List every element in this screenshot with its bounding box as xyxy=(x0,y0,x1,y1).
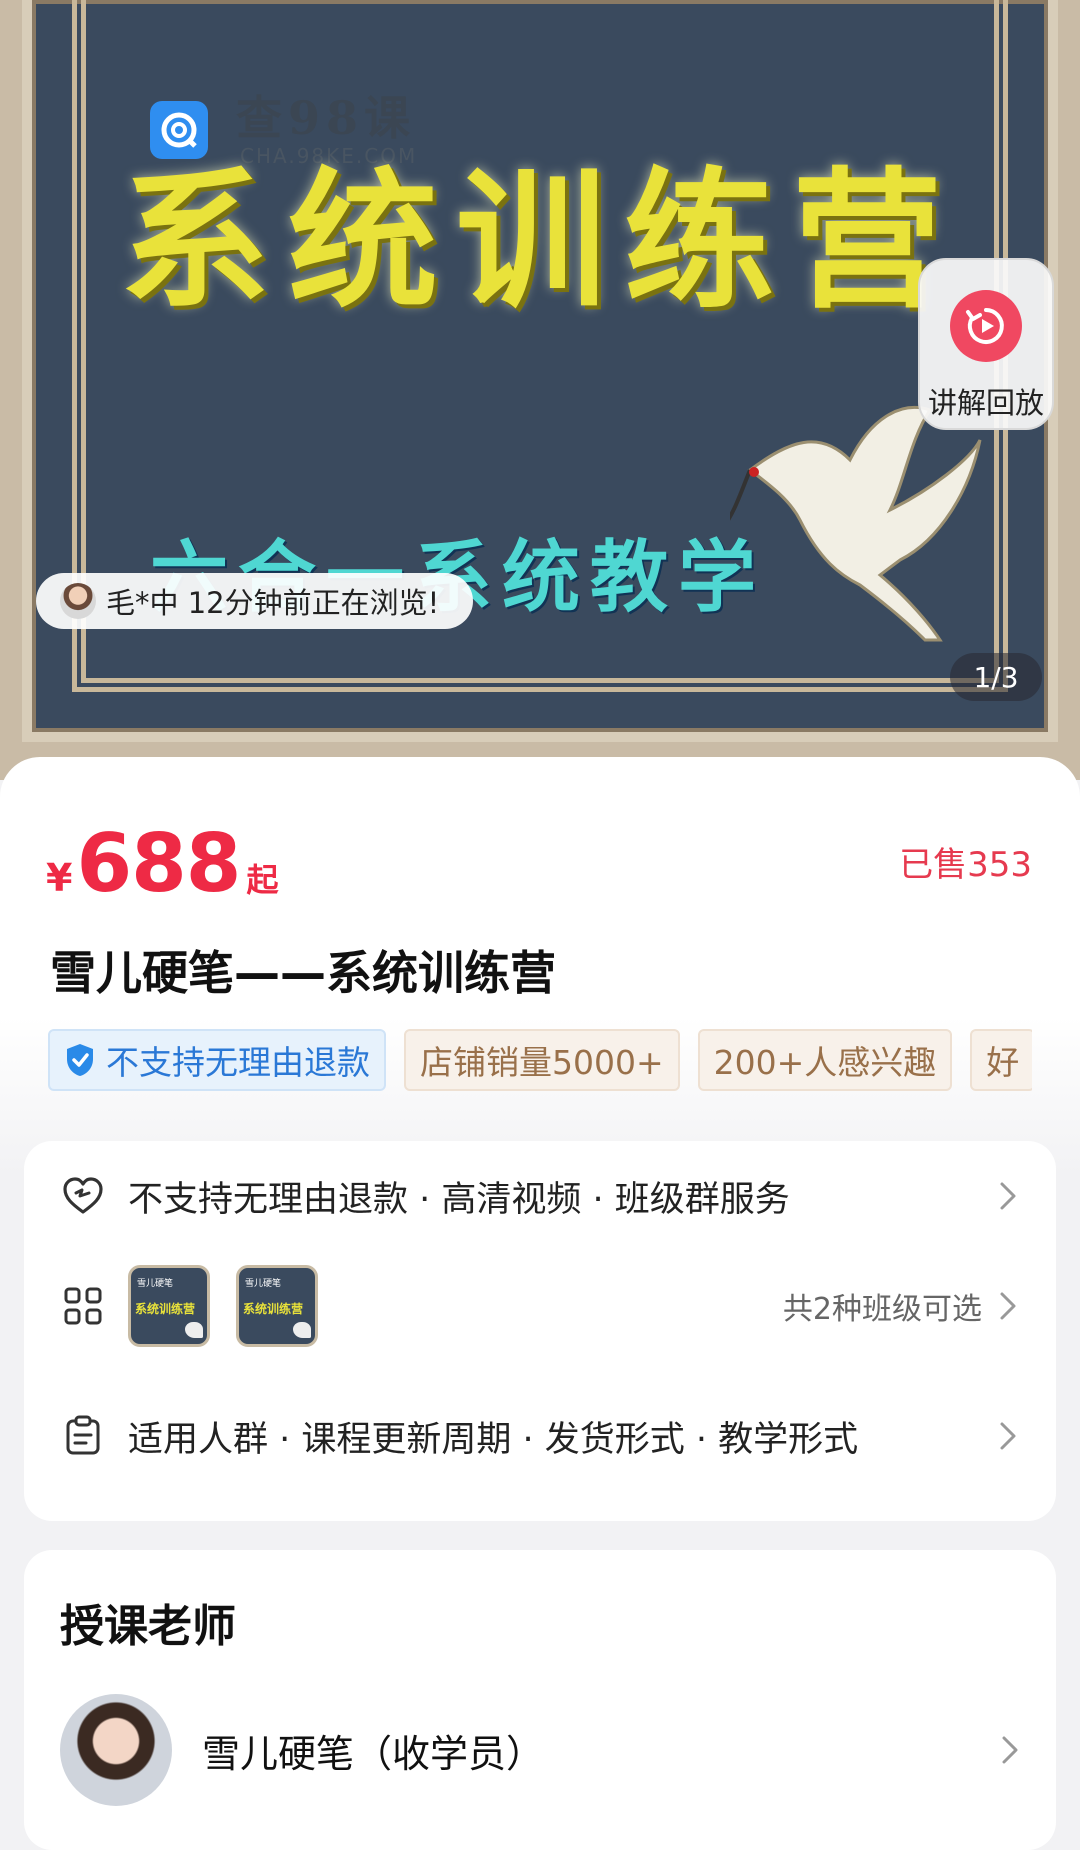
crane-icon xyxy=(185,1322,203,1338)
chevron-right-icon xyxy=(1002,1736,1018,1764)
browse-text: 毛*中 12分钟前正在浏览! xyxy=(106,586,440,620)
class-thumbnail[interactable]: 雪儿硬笔 系统训练营 xyxy=(128,1265,210,1347)
product-info-panel: ¥ 688 起 已售353 雪儿硬笔——系统训练营 不支持无理由退款 店铺销量5… xyxy=(0,757,1080,1850)
lecture-replay-button[interactable]: 讲解回放 xyxy=(918,258,1054,430)
recent-browse-notice: 毛*中 12分钟前正在浏览! xyxy=(36,573,474,629)
tag-interest: 200+人感兴趣 xyxy=(697,1029,953,1091)
course-details-row[interactable]: 适用人群 · 课程更新周期 · 发货形式 · 教学形式 xyxy=(24,1381,1056,1491)
cover-title: 系统训练营 xyxy=(120,153,961,329)
product-image-carousel[interactable]: 查98课 CHA.98KE.COM 系统训练营 六合一系统教学 讲解回放 毛*中… xyxy=(0,0,1080,780)
price-suffix: 起 xyxy=(246,861,279,899)
tag-no-refund: 不支持无理由退款 xyxy=(48,1029,386,1091)
shield-check-icon xyxy=(67,1044,93,1076)
class-thumbnail[interactable]: 雪儿硬笔 系统训练营 xyxy=(236,1265,318,1347)
tag-store-sales: 店铺销量5000+ xyxy=(404,1029,680,1091)
price: ¥ 688 起 xyxy=(46,817,278,910)
course-title: 雪儿硬笔——系统训练营 xyxy=(50,946,556,1000)
grid-icon xyxy=(64,1287,102,1325)
chevron-right-icon xyxy=(1000,1422,1016,1450)
teacher-row[interactable]: 雪儿硬笔（收学员） xyxy=(60,1690,1020,1810)
class-thumbnails: 雪儿硬笔 系统训练营 雪儿硬笔 系统训练营 xyxy=(128,1265,783,1347)
service-text: 不支持无理由退款 · 高清视频 · 班级群服务 xyxy=(128,1179,790,1220)
crane-icon xyxy=(293,1322,311,1338)
teachers-card: 授课老师 雪儿硬笔（收学员） xyxy=(24,1550,1056,1850)
class-count: 共2种班级可选 xyxy=(782,1292,982,1327)
chevron-right-icon xyxy=(1000,1182,1016,1210)
sold-count: 已售353 xyxy=(899,845,1032,885)
price-amount: 688 xyxy=(76,817,241,910)
crane-illustration-icon xyxy=(730,405,982,642)
replay-label: 讲解回放 xyxy=(927,386,1044,420)
details-text: 适用人群 · 课程更新周期 · 发货形式 · 教学形式 xyxy=(128,1419,859,1460)
browser-avatar xyxy=(60,583,96,619)
tag-more: 好 xyxy=(970,1029,1032,1091)
replay-icon xyxy=(950,290,1022,362)
teacher-avatar xyxy=(60,1694,172,1806)
clipboard-icon xyxy=(66,1415,100,1455)
tag-label: 不支持无理由退款 xyxy=(106,1043,370,1082)
price-currency: ¥ xyxy=(46,856,73,900)
image-page-counter: 1/3 xyxy=(950,653,1042,701)
service-row[interactable]: 不支持无理由退款 · 高清视频 · 班级群服务 xyxy=(24,1141,1056,1251)
service-card: 不支持无理由退款 · 高清视频 · 班级群服务 雪儿硬笔 系统训练营 雪儿硬笔 … xyxy=(24,1141,1056,1521)
chevron-right-icon xyxy=(1000,1292,1016,1320)
heart-shield-icon xyxy=(63,1177,103,1214)
teachers-section-title: 授课老师 xyxy=(60,1601,236,1652)
class-options-row[interactable]: 雪儿硬笔 系统训练营 雪儿硬笔 系统训练营 共2种班级可选 xyxy=(24,1251,1056,1361)
teacher-name: 雪儿硬笔（收学员） xyxy=(202,1731,545,1776)
tag-list: 不支持无理由退款 店铺销量5000+ 200+人感兴趣 好 xyxy=(48,1029,1032,1095)
